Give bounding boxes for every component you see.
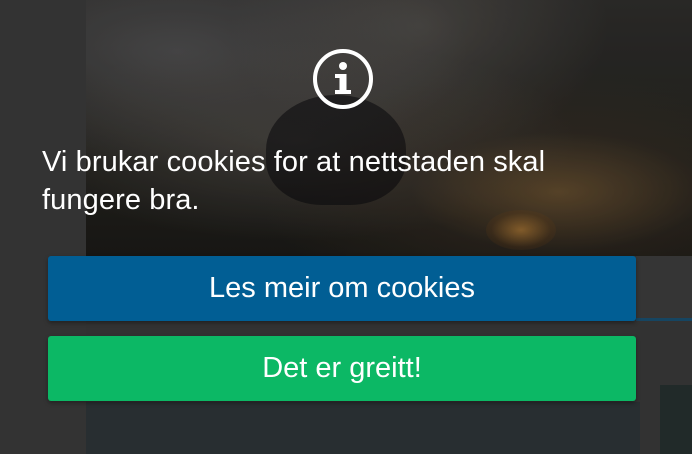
info-circle-icon	[313, 49, 373, 109]
cookie-overlay: Vi brukar cookies for at nettstaden skal…	[0, 0, 692, 454]
cookie-message: Vi brukar cookies for at nettstaden skal…	[42, 146, 546, 216]
read-more-cookies-button[interactable]: Les meir om cookies	[48, 256, 636, 321]
accept-cookies-button[interactable]: Det er greitt!	[48, 336, 636, 401]
page: Vi brukar cookies for at nettstaden skal…	[0, 0, 692, 454]
